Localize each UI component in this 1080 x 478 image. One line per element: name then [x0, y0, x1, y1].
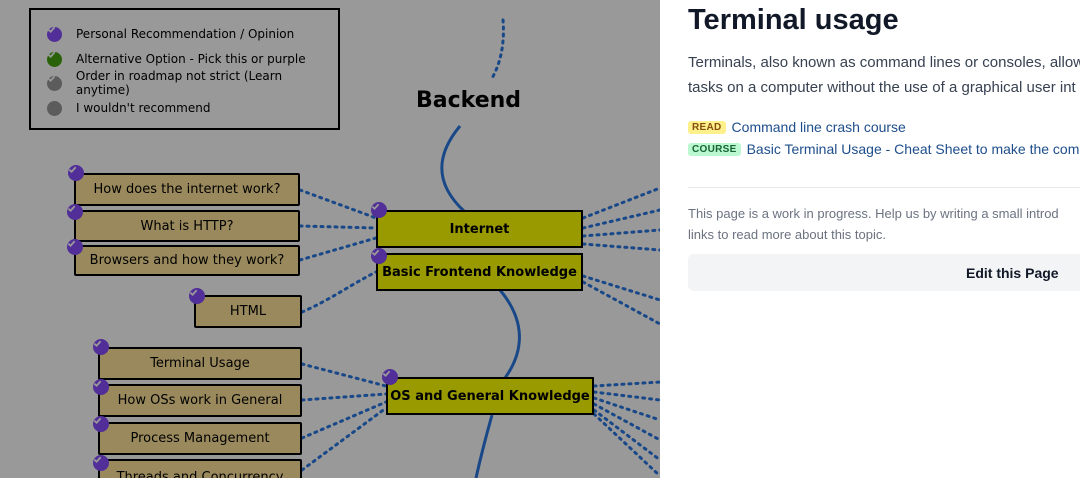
description-line: tasks on a computer without the use of a…: [688, 79, 1076, 96]
course-badge: COURSE: [688, 142, 741, 156]
resource-read[interactable]: READ Command line crash course: [688, 119, 906, 135]
read-badge: READ: [688, 120, 726, 134]
drawer-description: Terminals, also known as command lines o…: [688, 50, 1080, 100]
resource-link[interactable]: Basic Terminal Usage - Cheat Sheet to ma…: [747, 141, 1080, 157]
wip-line: This page is a work in progress. Help us…: [688, 206, 1059, 221]
roadmap-canvas: Personal Recommendation / Opinion Altern…: [0, 0, 660, 478]
edit-page-button[interactable]: Edit this Page: [688, 254, 1080, 291]
modal-backdrop[interactable]: [0, 0, 660, 478]
topic-drawer: Terminal usage Terminals, also known as …: [660, 0, 1080, 478]
divider: [688, 187, 1080, 188]
resource-course[interactable]: COURSE Basic Terminal Usage - Cheat Shee…: [688, 141, 1080, 157]
wip-line: links to read more about this topic.: [688, 227, 886, 242]
resource-link[interactable]: Command line crash course: [732, 119, 906, 135]
description-line: Terminals, also known as command lines o…: [688, 54, 1080, 71]
wip-note: This page is a work in progress. Help us…: [688, 203, 1080, 245]
edit-page-label: Edit this Page: [966, 264, 1059, 281]
drawer-title: Terminal usage: [688, 4, 899, 36]
